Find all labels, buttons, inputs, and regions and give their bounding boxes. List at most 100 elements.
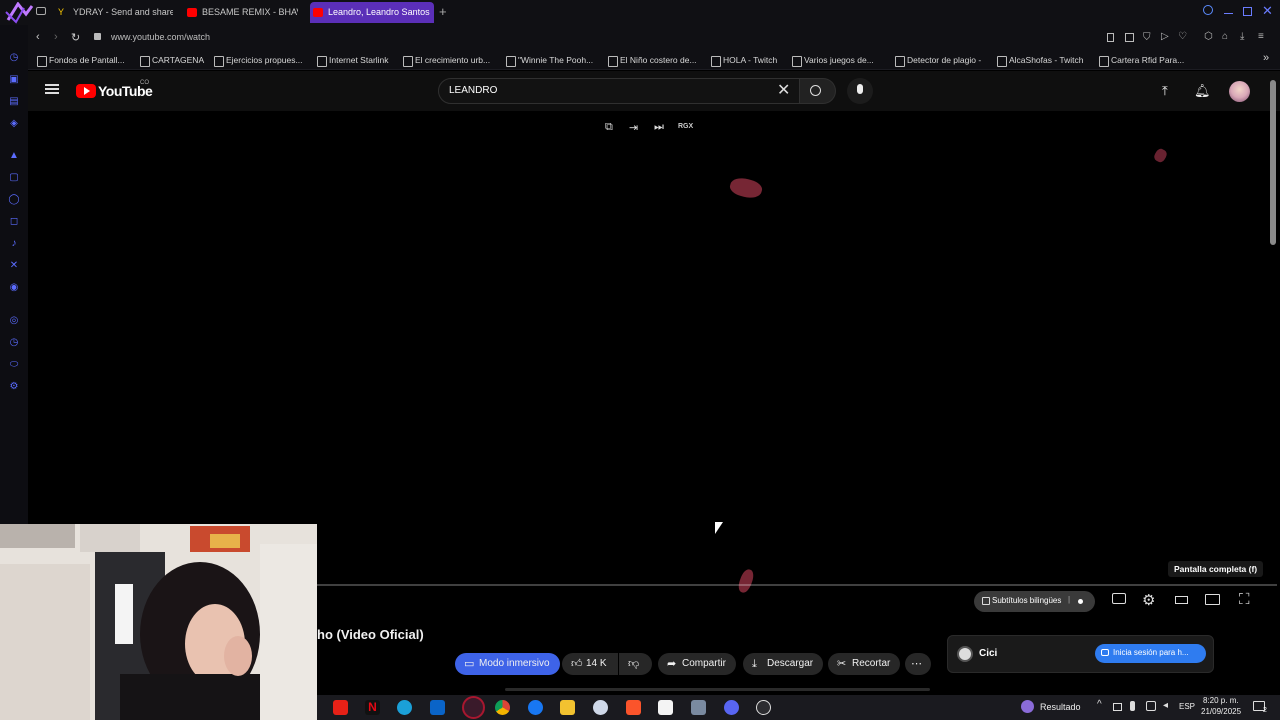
history-icon[interactable]: ◷ [8, 52, 20, 64]
hamburger-menu-icon[interactable] [45, 84, 59, 94]
language-indicator[interactable]: ESP [1179, 702, 1195, 711]
instagram-icon[interactable]: ◻ [8, 216, 20, 228]
settings-icon[interactable]: ⚙ [8, 381, 20, 393]
bookmark-item[interactable]: AlcaShofas - Twitch [996, 53, 1084, 67]
clock-icon[interactable]: ◷ [8, 337, 20, 349]
tab-ydray[interactable]: Y YDRAY - Send and share [55, 2, 173, 23]
skip-next-icon[interactable]: ⏭︎ [654, 121, 664, 134]
close-window-icon[interactable]: ✕ [1262, 3, 1273, 19]
file-explorer-icon[interactable] [560, 700, 575, 715]
back-icon[interactable]: ‹ [36, 31, 40, 43]
theater-mode-icon[interactable] [1175, 596, 1188, 604]
bookmark-item[interactable]: CARTAGENA [139, 53, 204, 67]
clock-date[interactable]: 21/09/2025 [1201, 707, 1241, 716]
fullscreen-icon[interactable]: ⛶ [1239, 591, 1250, 608]
bookmark-item[interactable]: HOLA - Twitch [710, 53, 777, 67]
tab-menu-icon[interactable] [36, 7, 46, 15]
minimize-icon[interactable] [1224, 13, 1233, 14]
bookmark-item[interactable]: El Niño costero de... [607, 53, 697, 67]
obs-icon[interactable] [756, 700, 771, 715]
bookmark-item[interactable]: Ejercicios propues... [213, 53, 303, 67]
messenger-icon[interactable]: ◈ [8, 118, 20, 130]
page-scrollbar[interactable] [1270, 80, 1276, 245]
signin-button[interactable]: Inicia sesión para h... [1095, 644, 1206, 663]
dislike-button[interactable]: 👎︎ [619, 653, 652, 675]
search-tabs-icon[interactable] [1203, 5, 1213, 15]
edge-icon[interactable] [397, 700, 412, 715]
download-icon[interactable]: ⤓ [1240, 31, 1244, 42]
forward-icon[interactable]: › [54, 31, 58, 43]
heart-icon[interactable]: ♡ [1178, 31, 1187, 42]
chrome-icon[interactable] [495, 700, 510, 715]
captions-icon[interactable] [1112, 593, 1126, 604]
facebook-icon[interactable] [528, 700, 543, 715]
weather-icon[interactable] [1021, 700, 1034, 713]
microphone-tray-icon[interactable] [1130, 701, 1135, 711]
opera-taskbar-icon[interactable] [462, 696, 485, 719]
search-box[interactable]: LEANDRO ✕ [438, 78, 800, 104]
exit-icon[interactable]: ⇥ [629, 121, 638, 134]
youtube-music-icon[interactable] [333, 700, 348, 715]
discord-icon[interactable]: ◉ [8, 282, 20, 294]
pinboard-icon[interactable]: ⬭ [8, 359, 20, 371]
tray-chevron-icon[interactable]: ^ [1097, 699, 1102, 710]
youtube-logo[interactable]: YouTube CO [76, 80, 156, 101]
wallet-icon[interactable]: ⌂ [1222, 31, 1228, 42]
more-actions-button[interactable]: ⋯ [905, 653, 931, 675]
game-icon[interactable] [691, 700, 706, 715]
notifications-bell-icon[interactable]: 🔔︎ [1194, 83, 1211, 99]
rgx-chip[interactable]: RGX [678, 123, 693, 130]
new-tab-button[interactable]: + [439, 4, 447, 19]
tab-leandro[interactable]: Leandro, Leandro Santos [310, 2, 434, 23]
share-button[interactable]: ➦ Compartir [658, 653, 736, 675]
x-icon[interactable]: ✕ [8, 260, 20, 272]
outlook-icon[interactable] [430, 700, 445, 715]
cast-icon[interactable] [1205, 594, 1220, 605]
bookmark-item[interactable]: Cartera Rfid Para... [1098, 53, 1184, 67]
battery-icon[interactable] [1113, 703, 1122, 711]
volume-icon[interactable]: ◂ [1163, 700, 1168, 711]
settings-gear-icon[interactable]: ⚙ [1142, 591, 1155, 609]
search-button[interactable] [800, 78, 836, 104]
bookmark-item[interactable]: Detector de plagio - [894, 53, 981, 67]
tiktok-icon[interactable]: ♪ [8, 238, 20, 250]
snapshot-icon[interactable] [1125, 33, 1134, 42]
clock-time[interactable]: 8:20 p. m. [1203, 696, 1239, 705]
miniplayer-icon[interactable]: ⧉ [605, 121, 613, 134]
progress-bar[interactable] [317, 584, 1277, 586]
restore-icon[interactable] [1243, 7, 1252, 16]
discord-taskbar-icon[interactable] [724, 700, 739, 715]
avatar[interactable] [1229, 81, 1250, 102]
url-field[interactable]: www.youtube.com/watch [111, 32, 210, 42]
bookmark-item[interactable]: Fondos de Pantall... [36, 53, 125, 67]
netflix-icon[interactable]: N [365, 700, 380, 715]
network-icon[interactable] [1146, 701, 1156, 711]
easy-setup-icon[interactable]: ≡ [1258, 31, 1264, 42]
bookmarks-overflow-icon[interactable]: » [1263, 52, 1269, 64]
weather-label[interactable]: Resultado [1040, 702, 1081, 712]
reload-icon[interactable]: ↻ [71, 31, 80, 44]
voice-search-button[interactable] [847, 78, 873, 104]
twitch-icon[interactable]: ▢ [8, 172, 20, 184]
bookmark-item[interactable]: "Winnie The Pooh... [505, 53, 593, 67]
shield-icon[interactable]: ⛉ [1143, 32, 1151, 43]
bookmark-item[interactable]: El crecimiento urb... [402, 53, 490, 67]
bookmark-item[interactable]: Internet Starlink [316, 53, 389, 67]
clear-search-icon[interactable]: ✕ [777, 80, 790, 100]
search-input[interactable]: LEANDRO [449, 85, 497, 96]
like-button[interactable]: 👍︎ 14 K [562, 653, 618, 675]
bilingual-subtitles-toggle[interactable]: Subtítulos bilingües | [974, 591, 1095, 612]
clip-button[interactable]: ✂ Recortar [828, 653, 901, 675]
app-icon[interactable] [593, 700, 608, 715]
aria-icon[interactable]: ▲ [8, 150, 20, 162]
download-button[interactable]: ⤓ Descargar [743, 653, 824, 675]
whatsapp-icon[interactable]: ◯ [8, 194, 20, 206]
news-icon[interactable]: ▤ [8, 96, 20, 108]
extensions-icon[interactable]: ⬡ [1204, 31, 1213, 42]
bookmark-item[interactable]: Varios juegos de... [791, 53, 874, 67]
brave-icon[interactable] [626, 700, 641, 715]
capcut-icon[interactable] [658, 700, 673, 715]
immersive-mode-button[interactable]: ▭ Modo inmersivo [455, 653, 560, 675]
wallet-sidebar-icon[interactable]: ▣ [8, 74, 20, 86]
player-sidebar-icon[interactable]: ◎ [8, 315, 20, 327]
